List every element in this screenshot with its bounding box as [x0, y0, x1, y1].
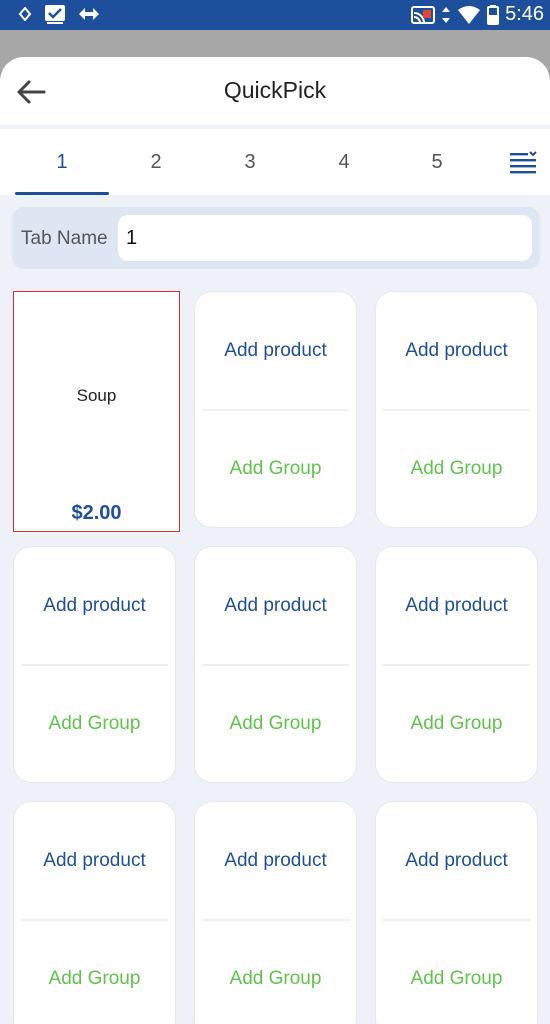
add-product-button[interactable]: Add product: [14, 547, 175, 665]
product-tile-soup[interactable]: Soup $2.00: [13, 291, 180, 532]
tab-label: 5: [431, 150, 443, 173]
add-group-button[interactable]: Add Group: [14, 920, 175, 1024]
quickpick-sheet: QuickPick 1 2 3 4 5 Tab Name Soup $2.00 …: [0, 57, 550, 1024]
tab-4[interactable]: 4: [297, 129, 391, 195]
tab-1[interactable]: 1: [15, 129, 109, 195]
product-price: $2.00: [71, 502, 122, 524]
tab-menu-button[interactable]: [508, 149, 538, 175]
empty-slot: Add product Add Group: [194, 801, 357, 1024]
add-product-button[interactable]: Add product: [195, 292, 356, 410]
tab-label: 4: [338, 150, 350, 173]
tab-label: 2: [150, 150, 162, 173]
empty-slot: Add product Add Group: [13, 801, 176, 1024]
tab-label: 1: [56, 150, 68, 173]
add-product-button[interactable]: Add product: [376, 802, 537, 920]
status-bar: 5:46: [0, 0, 550, 30]
product-name: Soup: [76, 386, 117, 405]
tab-2[interactable]: 2: [109, 129, 203, 195]
add-product-button[interactable]: Add product: [14, 802, 175, 920]
tab-name-row: Tab Name: [12, 207, 540, 269]
add-group-button[interactable]: Add Group: [195, 665, 356, 783]
tab-5[interactable]: 5: [390, 129, 484, 195]
header: QuickPick: [0, 57, 550, 125]
page-title: QuickPick: [223, 77, 327, 103]
empty-slot: Add product Add Group: [194, 291, 357, 528]
checkbox-icon: [45, 5, 65, 24]
add-group-button[interactable]: Add Group: [195, 920, 356, 1024]
tab-3[interactable]: 3: [203, 129, 297, 195]
empty-slot: Add product Add Group: [375, 291, 538, 528]
list-menu-icon: [510, 151, 537, 174]
add-group-button[interactable]: Add Group: [376, 410, 537, 528]
tab-label: 3: [244, 150, 256, 173]
empty-slot: Add product Add Group: [194, 546, 357, 783]
add-group-button[interactable]: Add Group: [376, 920, 537, 1024]
add-product-button[interactable]: Add product: [195, 802, 356, 920]
add-group-button[interactable]: Add Group: [14, 665, 175, 783]
cast-icon: [411, 5, 436, 24]
add-product-button[interactable]: Add product: [376, 292, 537, 410]
empty-slot: Add product Add Group: [13, 546, 176, 783]
tab-name-input[interactable]: [118, 215, 532, 261]
tab-name-label: Tab Name: [21, 228, 108, 249]
tab-bar: 1 2 3 4 5: [0, 129, 550, 195]
add-group-button[interactable]: Add Group: [195, 410, 356, 528]
add-product-button[interactable]: Add product: [376, 547, 537, 665]
battery-icon: [487, 4, 500, 25]
empty-slot: Add product Add Group: [375, 546, 538, 783]
add-product-button[interactable]: Add product: [195, 547, 356, 665]
diamond-arrows-icon: [79, 8, 99, 20]
data-arrows-icon: [442, 6, 451, 23]
empty-slot: Add product Add Group: [375, 801, 538, 1024]
status-time: 5:46: [505, 3, 544, 25]
add-group-button[interactable]: Add Group: [376, 665, 537, 783]
wifi-icon: [458, 5, 481, 24]
location-icon: [18, 7, 32, 21]
